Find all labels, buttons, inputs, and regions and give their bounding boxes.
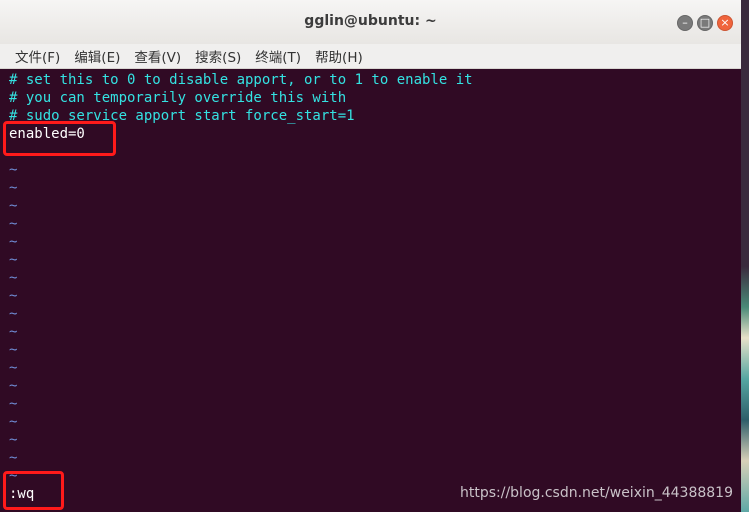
empty-line-tilde: ~ xyxy=(9,198,18,214)
terminal-text-area[interactable]: # set this to 0 to disable apport, or to… xyxy=(0,70,741,512)
highlight-box-enabled xyxy=(3,121,116,156)
window-title: gglin@ubuntu: ~ xyxy=(304,13,437,29)
empty-line-tilde: ~ xyxy=(9,306,18,322)
menu-terminal[interactable]: 终端(T) xyxy=(253,44,303,68)
desktop-background xyxy=(741,0,749,512)
window-titlebar[interactable]: gglin@ubuntu: ~ – □ × xyxy=(0,0,741,45)
maximize-icon[interactable]: □ xyxy=(697,15,713,31)
menu-bar: 文件(F) 编辑(E) 查看(V) 搜索(S) 终端(T) 帮助(H) xyxy=(0,44,741,69)
file-line-1: # set this to 0 to disable apport, or to… xyxy=(9,72,473,88)
highlight-box-command xyxy=(3,471,64,510)
empty-line-tilde: ~ xyxy=(9,342,18,358)
window-controls: – □ × xyxy=(677,15,733,31)
menu-help[interactable]: 帮助(H) xyxy=(313,44,365,68)
empty-line-tilde: ~ xyxy=(9,360,18,376)
terminal-window: gglin@ubuntu: ~ – □ × 文件(F) 编辑(E) 查看(V) … xyxy=(0,0,741,512)
empty-line-tilde: ~ xyxy=(9,180,18,196)
empty-line-tilde: ~ xyxy=(9,396,18,412)
empty-line-tilde: ~ xyxy=(9,252,18,268)
empty-line-tilde: ~ xyxy=(9,162,18,178)
empty-line-tilde: ~ xyxy=(9,270,18,286)
empty-line-tilde: ~ xyxy=(9,324,18,340)
close-icon[interactable]: × xyxy=(717,15,733,31)
watermark-text: https://blog.csdn.net/weixin_44388819 xyxy=(459,485,733,501)
menu-edit[interactable]: 编辑(E) xyxy=(72,44,122,68)
empty-line-tilde: ~ xyxy=(9,432,18,448)
empty-line-tilde: ~ xyxy=(9,378,18,394)
empty-line-tilde: ~ xyxy=(9,450,18,466)
minimize-icon[interactable]: – xyxy=(677,15,693,31)
menu-view[interactable]: 查看(V) xyxy=(132,44,183,68)
empty-line-tilde: ~ xyxy=(9,414,18,430)
empty-line-tilde: ~ xyxy=(9,288,18,304)
empty-line-tilde: ~ xyxy=(9,234,18,250)
menu-file[interactable]: 文件(F) xyxy=(13,44,62,68)
file-line-2: # you can temporarily override this with xyxy=(9,90,347,106)
menu-search[interactable]: 搜索(S) xyxy=(193,44,243,68)
empty-line-tilde: ~ xyxy=(9,216,18,232)
